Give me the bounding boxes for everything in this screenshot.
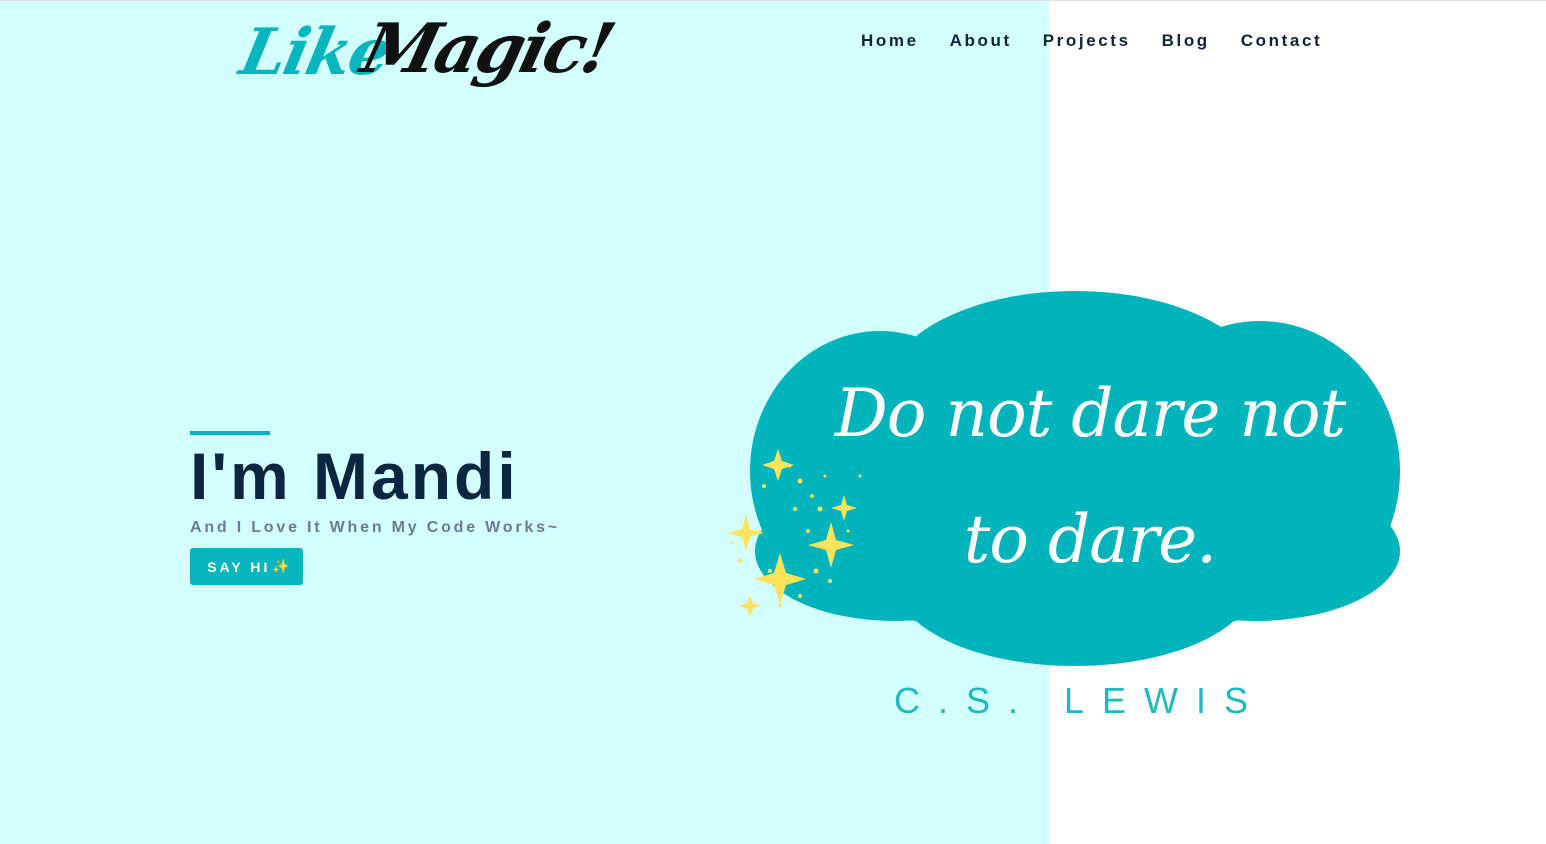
sparkles-icon: ✨ [272, 558, 290, 574]
quote-author: C.S. LEWIS [893, 680, 1267, 721]
nav-item-projects[interactable]: Projects [1043, 31, 1131, 51]
hero-subtitle: And I Love It When My Code Works~ [190, 519, 560, 536]
say-hi-button[interactable]: SAY HI ✨ [190, 548, 303, 585]
say-hi-label: SAY HI [207, 558, 271, 575]
logo-word-magic: Magic! [354, 9, 620, 89]
nav-item-blog[interactable]: Blog [1162, 31, 1210, 51]
quote-text: Do not dare not to dare. [834, 375, 1346, 578]
nav-item-about[interactable]: About [950, 31, 1012, 51]
page: Like Magic! Home About Projects Blog Con… [0, 0, 1546, 844]
hero-accent-rule [190, 431, 270, 435]
nav-item-home[interactable]: Home [861, 31, 919, 51]
main-nav: Home About Projects Blog Contact [861, 31, 1322, 51]
hero-title: I'm Mandi [190, 439, 519, 513]
nav-item-contact[interactable]: Contact [1241, 31, 1322, 51]
